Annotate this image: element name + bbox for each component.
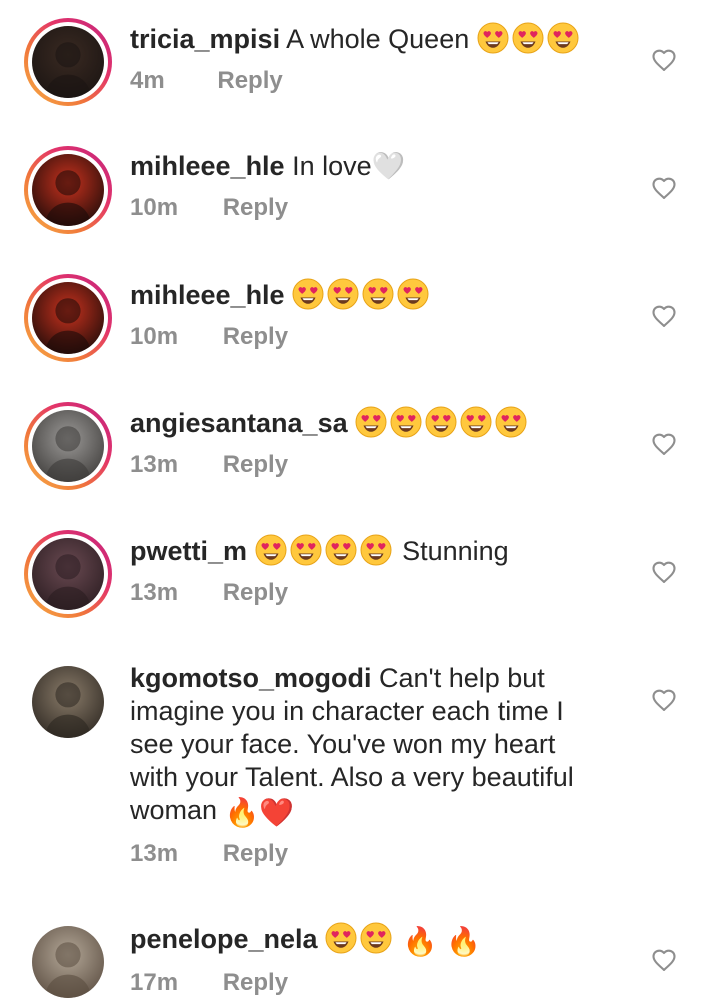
- comment-username[interactable]: mihleee_hle: [130, 151, 285, 181]
- avatar-story-ring[interactable]: [24, 274, 112, 362]
- heart-eyes-emoji: [327, 278, 359, 310]
- like-heart-icon[interactable]: [650, 174, 678, 202]
- heart-eyes-emoji: [397, 278, 429, 310]
- heart-eyes-emoji: [460, 406, 492, 438]
- avatar: [32, 666, 104, 738]
- heart-eyes-emoji: [325, 922, 357, 954]
- avatar: [32, 26, 104, 98]
- avatar-frame[interactable]: [24, 658, 112, 746]
- heart-eyes-emoji: [512, 22, 544, 54]
- like-heart-icon[interactable]: [650, 946, 678, 974]
- comment-timestamp: 13m: [130, 840, 179, 867]
- avatar-story-ring[interactable]: [24, 402, 112, 490]
- comment-body: mihleee_hle 10m Reply: [130, 278, 610, 352]
- heart-eyes-emoji: [425, 406, 457, 438]
- heart-eyes-emoji: [495, 406, 527, 438]
- like-heart-icon[interactable]: [650, 558, 678, 586]
- avatar-story-ring[interactable]: [24, 530, 112, 618]
- comment-text: A whole Queen: [286, 24, 470, 54]
- avatar: [32, 926, 104, 998]
- like-heart-icon[interactable]: [650, 46, 678, 74]
- comment-timestamp: 10m: [130, 323, 179, 350]
- comment-username[interactable]: pwetti_m: [130, 536, 247, 566]
- like-heart-icon[interactable]: [650, 686, 678, 714]
- like-heart-icon[interactable]: [650, 430, 678, 458]
- heart-eyes-emoji: [547, 22, 579, 54]
- avatar: [32, 410, 104, 482]
- heart-eyes-emoji: [360, 922, 392, 954]
- heart-eyes-emoji: [292, 278, 324, 310]
- comment-username[interactable]: tricia_mpisi: [130, 24, 280, 54]
- reply-button[interactable]: Reply: [223, 839, 288, 869]
- comment-timestamp: 13m: [130, 451, 179, 478]
- comment-body: angiesantana_sa 13m Reply: [130, 406, 610, 480]
- heart-eyes-emoji: [360, 534, 392, 566]
- comment-text: In love🤍: [292, 151, 406, 181]
- reply-button[interactable]: Reply: [223, 968, 288, 998]
- avatar-frame[interactable]: [24, 918, 112, 1006]
- reply-button[interactable]: Reply: [217, 66, 282, 96]
- like-heart-icon[interactable]: [650, 302, 678, 330]
- emoji-run: [325, 922, 395, 954]
- emoji-run: [292, 278, 432, 310]
- heart-eyes-emoji: [290, 534, 322, 566]
- comment-username[interactable]: mihleee_hle: [130, 280, 285, 310]
- comment-body: kgomotso_mogodi Can't help but imagine y…: [130, 662, 610, 869]
- comment-timestamp: 10m: [130, 194, 179, 221]
- avatar: [32, 282, 104, 354]
- fire-emoji: 🔥 🔥: [402, 925, 482, 958]
- comment-text: Stunning: [402, 536, 509, 566]
- comment-timestamp: 13m: [130, 579, 179, 606]
- heart-eyes-emoji: [355, 406, 387, 438]
- reply-button[interactable]: Reply: [223, 450, 288, 480]
- avatar-story-ring[interactable]: [24, 18, 112, 106]
- heart-eyes-emoji: [255, 534, 287, 566]
- comment-username[interactable]: kgomotso_mogodi: [130, 663, 372, 693]
- reply-button[interactable]: Reply: [223, 578, 288, 608]
- reply-button[interactable]: Reply: [223, 322, 288, 352]
- fire-heart-emoji: 🔥❤️: [224, 796, 295, 829]
- heart-eyes-emoji: [477, 22, 509, 54]
- comment-timestamp: 17m: [130, 969, 179, 996]
- emoji-run: [355, 406, 530, 438]
- comment-body: mihleee_hle In love🤍 10m Reply: [130, 150, 610, 223]
- heart-eyes-emoji: [362, 278, 394, 310]
- emoji-run: [477, 22, 582, 54]
- avatar: [32, 154, 104, 226]
- comment-timestamp: 4m: [130, 67, 165, 94]
- comment-username[interactable]: angiesantana_sa: [130, 408, 348, 438]
- heart-eyes-emoji: [390, 406, 422, 438]
- comment-body: pwetti_m Stunning 13m Reply: [130, 534, 610, 608]
- heart-eyes-emoji: [325, 534, 357, 566]
- avatar-story-ring[interactable]: [24, 146, 112, 234]
- comment-body: tricia_mpisi A whole Queen 4m Reply: [130, 22, 610, 96]
- avatar: [32, 538, 104, 610]
- comment-username[interactable]: penelope_nela: [130, 924, 318, 954]
- emoji-run: [255, 534, 395, 566]
- comment-body: penelope_nela 🔥 🔥 17m Reply: [130, 922, 610, 998]
- reply-button[interactable]: Reply: [223, 193, 288, 223]
